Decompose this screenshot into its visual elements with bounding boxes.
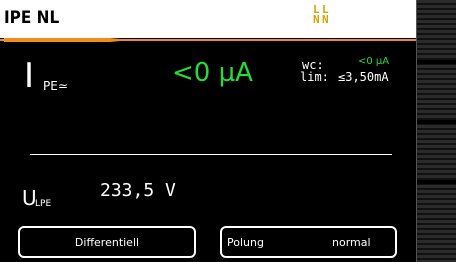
sidebar-separator xyxy=(417,180,456,184)
voltage-subscript: LPE xyxy=(35,199,52,209)
measurement-value: <0 µA xyxy=(172,58,253,88)
measurement-symbol: I xyxy=(24,56,35,96)
phase-glyph: N xyxy=(322,13,329,26)
progress-divider xyxy=(0,38,416,42)
limit-label: lim: xyxy=(300,70,329,84)
header-bar: IPE NL L L N N xyxy=(0,0,416,38)
phase-glyph: N xyxy=(313,13,320,26)
limit-value: ≤3,50mA xyxy=(338,70,389,84)
mode-button[interactable]: Differentiell xyxy=(18,226,196,258)
phase-indicator-icon: L L N N xyxy=(312,2,334,32)
polarity-value: normal xyxy=(332,236,371,249)
page-title: IPE NL xyxy=(4,8,60,28)
mode-button-label: Differentiell xyxy=(74,236,140,249)
sidebar-separator xyxy=(417,120,456,124)
polarity-label: Polung xyxy=(227,236,264,249)
measurement-subscript: PE≃ xyxy=(43,79,68,93)
section-divider xyxy=(30,154,392,155)
sidebar-separator xyxy=(417,60,456,64)
worst-case-value: <0 µA xyxy=(358,56,390,67)
polarity-button[interactable]: Polung normal xyxy=(220,226,397,258)
voltage-value: 233,5 V xyxy=(100,180,176,201)
softkey-sidebar[interactable] xyxy=(416,0,456,262)
